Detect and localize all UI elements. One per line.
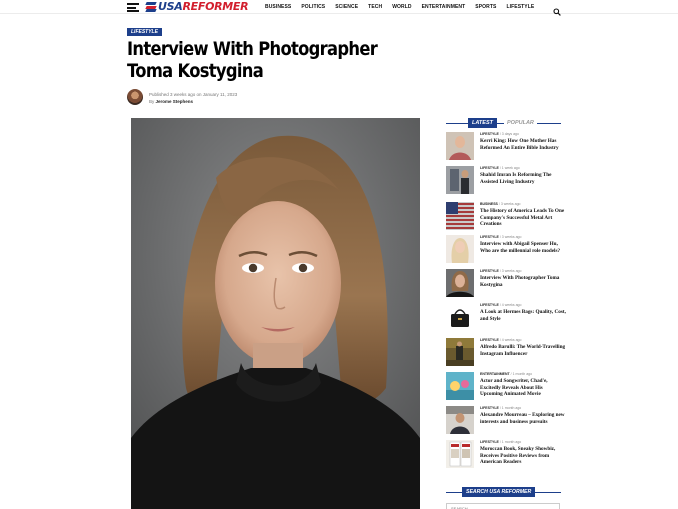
list-item[interactable]: LIFESTYLE / 3 days ago Kerri King: How O…	[446, 132, 564, 162]
post-title[interactable]: Interview with Abigail Spenser Hu, Who a…	[480, 241, 566, 254]
list-item[interactable]: BUSINESS / 3 weeks ago The History of Am…	[446, 202, 564, 232]
search-widget-heading: SEARCH USA REFORMER	[446, 487, 561, 497]
list-item[interactable]: LIFESTYLE / 4 weeks ago Alfredo Barulli:…	[446, 338, 566, 368]
byline: Published 3 weeks ago on January 11, 202…	[149, 91, 237, 105]
tab-popular[interactable]: POPULAR	[504, 118, 537, 128]
nav-lifestyle[interactable]: LIFESTYLE	[506, 4, 534, 10]
category-tag[interactable]: LIFESTYLE	[127, 28, 162, 36]
list-item[interactable]: LIFESTYLE / 3 weeks ago Interview With P…	[446, 269, 564, 299]
post-title[interactable]: Alfredo Barulli: The World-Travelling In…	[480, 344, 566, 357]
flag-stripes-icon	[145, 2, 157, 12]
list-item[interactable]: LIFESTYLE / 1 month ago Moroccan Book, S…	[446, 440, 564, 470]
author-line: By Jerome Stephens	[149, 99, 194, 104]
author-name[interactable]: Jerome Stephens	[156, 99, 194, 104]
list-item[interactable]: LIFESTYLE / 4 weeks ago A Look at Hermes…	[446, 303, 566, 333]
list-item[interactable]: LIFESTYLE / 1 month ago Alexandre Mourre…	[446, 406, 566, 436]
list-item[interactable]: LIFESTYLE / 3 weeks ago Interview with A…	[446, 235, 564, 265]
logo-text: USAREFORMER	[158, 0, 249, 13]
post-thumbnail[interactable]	[446, 269, 474, 297]
post-title[interactable]: Moroccan Book, Sneaky Showbiz, Receives …	[480, 446, 566, 466]
hamburger-menu-icon[interactable]	[127, 3, 139, 12]
post-thumbnail[interactable]	[446, 303, 474, 331]
featured-image	[131, 118, 420, 509]
post-title[interactable]: Shahid Imran Is Reforming The Assisted L…	[480, 172, 566, 185]
list-item[interactable]: LIFESTYLE / 1 week ago Shahid Imran Is R…	[446, 166, 564, 196]
post-title[interactable]: Interview With Photographer Toma Kostygi…	[480, 275, 566, 288]
nav-sports[interactable]: SPORTS	[475, 4, 496, 10]
site-logo[interactable]: USAREFORMER	[145, 0, 249, 13]
nav-tech[interactable]: TECH	[368, 4, 382, 10]
nav-politics[interactable]: POLITICS	[301, 4, 325, 10]
post-thumbnail[interactable]	[446, 406, 474, 434]
nav-science[interactable]: SCIENCE	[335, 4, 358, 10]
published-date: Published 3 weeks ago on January 11, 202…	[149, 92, 238, 97]
post-title[interactable]: Alexandre Mourreau – Exploring new inter…	[480, 412, 566, 425]
post-thumbnail[interactable]	[446, 372, 474, 400]
post-title[interactable]: The History of America Leads To One Comp…	[480, 208, 566, 228]
search-icon[interactable]	[553, 3, 561, 16]
post-thumbnail[interactable]	[446, 166, 474, 194]
nav-business[interactable]: BUSINESS	[265, 4, 291, 10]
post-title[interactable]: Kerri King: How One Mother Has Reformed …	[480, 138, 566, 151]
main-nav: BUSINESS POLITICS SCIENCE TECH WORLD ENT…	[265, 4, 534, 10]
post-thumbnail[interactable]	[446, 202, 474, 230]
sidebar-tabs: LATEST POPULAR	[446, 118, 561, 128]
tab-latest[interactable]: LATEST	[468, 118, 497, 128]
post-thumbnail[interactable]	[446, 440, 474, 468]
top-navigation-bar: USAREFORMER BUSINESS POLITICS SCIENCE TE…	[0, 0, 678, 16]
article-title: Interview With Photographer Toma Kostygi…	[127, 38, 378, 82]
nav-world[interactable]: WORLD	[392, 4, 411, 10]
list-item[interactable]: ENTERTAINMENT / 1 month ago Actor and So…	[446, 372, 564, 402]
post-thumbnail[interactable]	[446, 338, 474, 366]
author-avatar[interactable]	[127, 89, 143, 105]
nav-entertainment[interactable]: ENTERTAINMENT	[422, 4, 466, 10]
sidebar-search-input[interactable]	[446, 503, 560, 509]
post-title[interactable]: Actor and Songwriter, Chad'e, Excitedly …	[480, 378, 566, 398]
post-title[interactable]: A Look at Hermes Bags: Quality, Cost, an…	[480, 309, 566, 322]
post-thumbnail[interactable]	[446, 235, 474, 263]
post-thumbnail[interactable]	[446, 132, 474, 160]
